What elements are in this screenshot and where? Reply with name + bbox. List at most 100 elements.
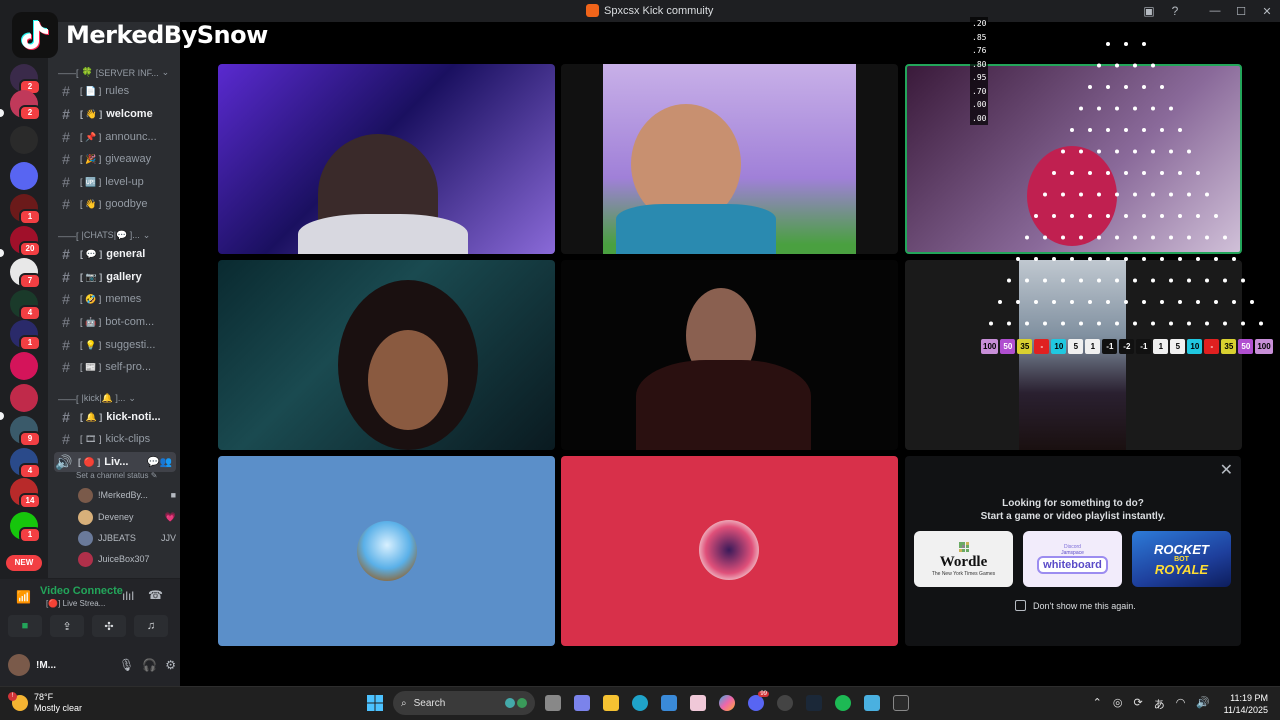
server-icon[interactable]: 4 bbox=[10, 448, 41, 479]
pinned-app[interactable] bbox=[687, 691, 709, 715]
headphones-icon[interactable]: 🎧 bbox=[142, 658, 157, 672]
channel-self-promo[interactable]: #[ 📰 ] self-pro... bbox=[56, 357, 178, 377]
activities-button[interactable]: ✣ bbox=[92, 615, 126, 637]
activity-card-rocket-bot-royale[interactable]: ROCKET BOT ROYALE bbox=[1132, 531, 1231, 587]
close-window-button[interactable]: ✕ bbox=[1254, 0, 1280, 22]
notepad-app[interactable] bbox=[861, 691, 883, 715]
channel-welcome[interactable]: #[ 👋 ] welcome bbox=[56, 104, 178, 124]
voice-user[interactable]: JJBEATS JJV bbox=[78, 528, 176, 548]
new-badge[interactable]: NEW bbox=[6, 555, 42, 571]
set-channel-status[interactable]: Set a channel status ✎ bbox=[76, 471, 157, 480]
help-icon[interactable]: ? bbox=[1162, 0, 1188, 22]
camera-button[interactable]: ■ bbox=[8, 615, 42, 637]
avatar[interactable] bbox=[8, 654, 30, 676]
video-tile-5[interactable] bbox=[561, 260, 898, 450]
copilot-app[interactable] bbox=[716, 691, 738, 715]
plinko-peg bbox=[1169, 192, 1173, 197]
video-tile-2[interactable] bbox=[561, 64, 898, 254]
server-icon[interactable]: 14 bbox=[10, 478, 41, 509]
voice-user[interactable]: Deveney 💗 bbox=[78, 507, 176, 527]
edge-app[interactable] bbox=[629, 691, 651, 715]
server-icon[interactable] bbox=[10, 126, 38, 154]
language-icon[interactable]: あ bbox=[1154, 696, 1165, 712]
signal-icon[interactable]: 📶 bbox=[16, 590, 31, 604]
plinko-peg bbox=[1178, 128, 1182, 132]
channel-kick-clips[interactable]: #[ 🎞 ] kick-clips bbox=[56, 429, 178, 449]
clock[interactable]: 11:19 PM 11/14/2025 bbox=[1224, 692, 1268, 716]
category-kick[interactable]: ——[|kick|🔔 ]... ⌄ bbox=[58, 393, 136, 404]
voice-user[interactable]: JuiceBox307 bbox=[78, 549, 176, 569]
task-view-button[interactable] bbox=[542, 691, 564, 715]
close-icon[interactable]: ✕ bbox=[1220, 460, 1233, 480]
voice-user-name: JuiceBox307 bbox=[98, 554, 150, 564]
voice-status[interactable]: Video Connecte bbox=[40, 585, 123, 597]
video-tile-1[interactable] bbox=[218, 64, 555, 254]
activity-card-wordle[interactable]: Wordle The New York Times Games bbox=[914, 531, 1013, 587]
tray-sync-icon[interactable]: ⟳ bbox=[1133, 696, 1142, 712]
dont-show-again[interactable]: Don't show me this again. bbox=[1015, 600, 1136, 611]
voice-channel-name[interactable]: [🔴] Live Strea... bbox=[46, 599, 105, 608]
channel-bot-commands[interactable]: #[ 🤖 ] bot-com... bbox=[56, 312, 178, 332]
channel-memes[interactable]: #[ 🤣 ] memes bbox=[56, 289, 178, 309]
video-tile-8[interactable] bbox=[561, 456, 898, 646]
server-icon[interactable]: 1 bbox=[10, 512, 41, 543]
server-icon[interactable]: 9 bbox=[10, 416, 41, 447]
server-icon[interactable] bbox=[10, 162, 38, 190]
category-server-info[interactable]: ——[🍀 [SERVER INF... ⌄ bbox=[58, 67, 169, 78]
screenshare-button[interactable]: ⇪ bbox=[50, 615, 84, 637]
soundboard-button[interactable]: ♫ bbox=[134, 615, 168, 637]
chat-icon[interactable]: 💬👥 bbox=[147, 457, 172, 468]
video-tile-7[interactable] bbox=[218, 456, 555, 646]
settings-gear-icon[interactable]: ⚙ bbox=[165, 658, 176, 672]
server-icon[interactable]: 2 bbox=[10, 90, 41, 121]
voice-channel-live[interactable]: 🔊 [ 🔴 ] Liv... 💬👥 bbox=[54, 452, 176, 472]
channel-giveaway[interactable]: #[ 🎉 ] giveaway bbox=[56, 149, 178, 169]
dont-show-checkbox[interactable] bbox=[1015, 600, 1026, 611]
discord-app[interactable]: 99 bbox=[745, 691, 769, 715]
channel-level-up[interactable]: #[ 🆙 ] level-up bbox=[56, 172, 178, 192]
tray-app-icon[interactable]: ◎ bbox=[1113, 696, 1123, 712]
voice-user[interactable]: !MerkedBy... ■ bbox=[78, 485, 176, 505]
channel-rules[interactable]: #[ 📄 ] rules bbox=[56, 81, 178, 101]
maximize-button[interactable]: ☐ bbox=[1228, 0, 1254, 22]
username[interactable]: !M... bbox=[36, 660, 56, 671]
channel-goodbye[interactable]: #[ 👋 ] goodbye bbox=[56, 194, 178, 214]
plinko-peg bbox=[1052, 214, 1056, 218]
taskbar: ! 78°F Mostly clear ⌕ Search 99 ⌃ ◎ ⟳ あ bbox=[0, 686, 1280, 720]
category-chats[interactable]: ——[|CHATS|💬 ]... ⌄ bbox=[58, 230, 150, 241]
weather-widget[interactable]: ! 78°F Mostly clear bbox=[8, 692, 82, 714]
volume-icon[interactable]: 🔊 bbox=[1196, 696, 1210, 712]
server-icon[interactable]: 7 bbox=[10, 258, 41, 289]
spotify-app[interactable] bbox=[832, 691, 854, 715]
channel-kick-notifications[interactable]: #[ 🔔 ] kick-noti... bbox=[56, 407, 178, 427]
server-icon[interactable]: 20 bbox=[10, 226, 41, 257]
activity-card-whiteboard[interactable]: Discord Jamspace whiteboard bbox=[1023, 531, 1122, 587]
wifi-icon[interactable]: ◠ bbox=[1176, 696, 1186, 712]
channel-suggestions[interactable]: #[ 💡 ] suggesti... bbox=[56, 335, 178, 355]
epic-games-app[interactable] bbox=[890, 691, 912, 715]
app-icon[interactable] bbox=[774, 691, 796, 715]
video-tile-4[interactable] bbox=[218, 260, 555, 450]
steam-app[interactable] bbox=[803, 691, 825, 715]
server-icon[interactable]: 1 bbox=[10, 194, 41, 225]
noise-suppression-icon[interactable]: ılıl bbox=[122, 589, 134, 603]
store-app[interactable] bbox=[658, 691, 680, 715]
server-icon[interactable] bbox=[10, 352, 38, 380]
channel-general[interactable]: #[ 💬 ] general bbox=[56, 244, 178, 264]
disconnect-icon[interactable]: ☎ bbox=[148, 588, 163, 602]
taskbar-search[interactable]: ⌕ Search bbox=[393, 691, 535, 715]
server-icon[interactable]: 2 bbox=[10, 64, 41, 95]
teams-app[interactable] bbox=[571, 691, 593, 715]
server-icon[interactable] bbox=[10, 384, 38, 412]
channel-gallery[interactable]: #[ 📷 ] gallery bbox=[56, 267, 178, 287]
server-icon[interactable]: 1 bbox=[10, 320, 41, 351]
chevron-up-icon[interactable]: ⌃ bbox=[1093, 696, 1102, 712]
inbox-icon[interactable]: ▣ bbox=[1136, 0, 1162, 22]
minimize-button[interactable]: — bbox=[1202, 0, 1228, 22]
multiplier-chip: -2 bbox=[1119, 339, 1135, 354]
microphone-icon[interactable]: 🎙 bbox=[119, 658, 134, 672]
start-button[interactable] bbox=[364, 691, 386, 715]
server-icon[interactable]: 4 bbox=[10, 290, 41, 321]
channel-announcements[interactable]: #[ 📌 ] announc... bbox=[56, 127, 178, 147]
file-explorer-app[interactable] bbox=[600, 691, 622, 715]
